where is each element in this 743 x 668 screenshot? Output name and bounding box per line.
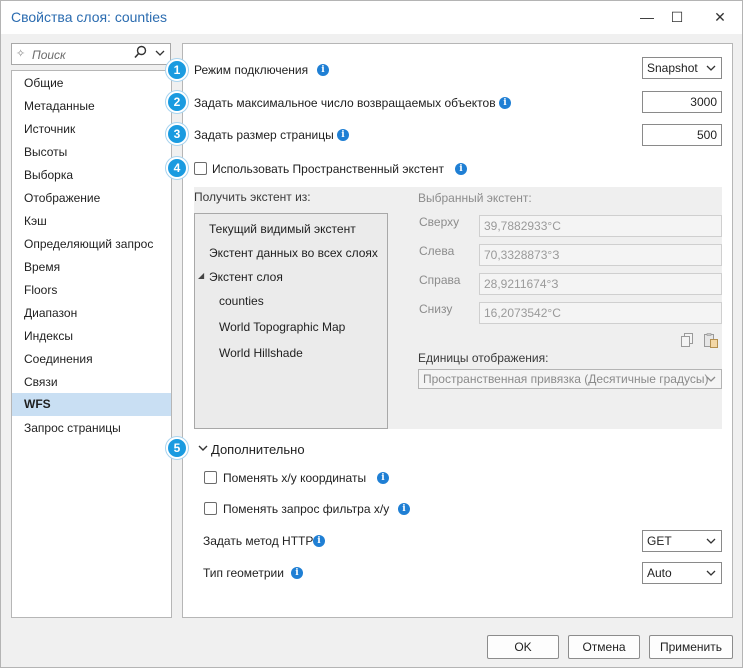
info-icon[interactable]: i [377,472,389,484]
sidebar-item-general[interactable]: Общие [12,72,171,95]
extent-bottom-field: 16,2073542°С [479,302,722,324]
selected-extent-label: Выбранный экстент: [418,191,532,205]
copy-icon[interactable] [681,333,694,350]
chevron-down-icon [706,58,716,86]
sidebar-item-display[interactable]: Отображение [12,187,171,210]
connection-mode-select[interactable]: Snapshot [642,57,722,79]
callout-badge-4: 4 [166,157,188,179]
sidebar-item-joins[interactable]: Соединения [12,348,171,371]
chevron-down-icon[interactable] [198,442,208,457]
expand-triangle-icon[interactable]: ◢ [198,271,204,280]
minimize-icon[interactable]: — [633,5,661,29]
paste-icon[interactable] [704,333,719,351]
chevron-down-icon [706,531,716,559]
swap-xy-label: Поменять x/y координаты [223,471,367,485]
http-method-select[interactable]: GET [642,530,722,552]
sidebar-item-cache[interactable]: Кэш [12,210,171,233]
extent-bottom-label: Снизу [419,302,453,316]
list-item[interactable]: Экстент данных во всех слоях [209,246,378,260]
connection-mode-label: Режим подключения [194,63,309,77]
callout-badge-1: 1 [166,59,188,81]
dialog-title: Свойства слоя: counties [11,9,167,25]
info-icon[interactable]: i [499,97,511,109]
chevron-down-icon[interactable] [155,46,165,63]
geometry-type-label: Тип геометрии [203,566,284,580]
sparkle-icon: ✧ [16,48,26,60]
http-method-label: Задать метод HTTP [203,534,314,548]
maximize-icon[interactable]: ☐ [663,5,691,29]
list-item[interactable]: counties [219,294,264,308]
sidebar-item-relates[interactable]: Связи [12,371,171,394]
sidebar-item-elevation[interactable]: Высоты [12,141,171,164]
display-units-select: Пространственная привязка (Десятичные гр… [418,369,722,389]
list-item[interactable]: Текущий видимый экстент [209,222,356,236]
extent-left-field: 70,3328873°З [479,244,722,266]
sidebar-item-range[interactable]: Диапазон [12,302,171,325]
cancel-button[interactable]: Отмена [568,635,640,659]
sidebar-item-wfs[interactable]: WFS [12,393,171,416]
display-units-label: Единицы отображения: [418,351,549,365]
search-input[interactable]: ✧ Поиск [11,43,171,65]
info-icon[interactable]: i [398,503,410,515]
info-icon[interactable]: i [313,535,325,547]
extent-left-label: Слева [419,244,455,258]
apply-button[interactable]: Применить [649,635,733,659]
callout-badge-3: 3 [166,123,188,145]
use-spatial-extent-checkbox[interactable] [194,162,207,175]
page-size-label: Задать размер страницы [194,128,334,142]
extent-top-label: Сверху [419,215,460,229]
magnifier-icon[interactable] [134,45,147,62]
sidebar-item-time[interactable]: Время [12,256,171,279]
use-spatial-extent-label: Использовать Пространственный экстент [212,162,444,176]
swap-xy-checkbox[interactable] [204,471,217,484]
sidebar-item-page-query[interactable]: Запрос страницы [12,417,171,440]
chevron-down-icon [706,370,716,395]
list-item[interactable]: Экстент слоя [209,270,283,284]
geometry-type-select[interactable]: Auto [642,562,722,584]
max-features-input[interactable]: 3000 [642,91,722,113]
info-icon[interactable]: i [455,163,467,175]
chevron-down-icon [706,563,716,591]
list-item[interactable]: World Hillshade [219,346,303,360]
info-icon[interactable]: i [317,64,329,76]
get-extent-from-label: Получить экстент из: [194,190,311,204]
ok-button[interactable]: OK [487,635,559,659]
title-bar: Свойства слоя: counties — ☐ ✕ [1,1,742,34]
search-placeholder: Поиск [32,48,66,62]
close-icon[interactable]: ✕ [706,5,734,29]
extent-top-field: 39,7882933°С [479,215,722,237]
info-icon[interactable]: i [337,129,349,141]
max-features-label: Задать максимальное число возвращаемых о… [194,96,496,110]
sidebar-nav: Общие Метаданные Источник Высоты Выборка… [11,70,172,618]
extent-right-field: 28,9211674°З [479,273,722,295]
extent-right-label: Справа [419,273,461,287]
sidebar-item-source[interactable]: Источник [12,118,171,141]
sidebar-item-indexes[interactable]: Индексы [12,325,171,348]
info-icon[interactable]: i [291,567,303,579]
sidebar-item-definition-query[interactable]: Определяющий запрос [12,233,171,256]
list-item[interactable]: World Topographic Map [219,320,345,334]
sidebar-item-floors[interactable]: Floors [12,279,171,302]
callout-badge-2: 2 [166,91,188,113]
advanced-section-header[interactable]: Дополнительно [211,442,305,457]
swap-filter-xy-checkbox[interactable] [204,502,217,515]
swap-filter-xy-label: Поменять запрос фильтра x/y [223,502,390,516]
callout-badge-5: 5 [166,437,188,459]
sidebar-item-selection[interactable]: Выборка [12,164,171,187]
sidebar-item-metadata[interactable]: Метаданные [12,95,171,118]
page-size-input[interactable]: 500 [642,124,722,146]
layer-properties-dialog: Свойства слоя: counties — ☐ ✕ ✧ Поиск Об… [0,0,743,668]
